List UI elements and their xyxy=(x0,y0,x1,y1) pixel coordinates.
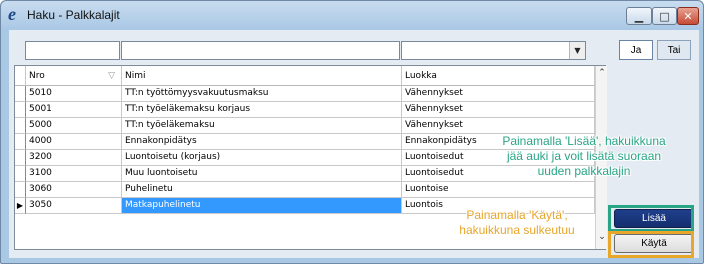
minimize-button[interactable]: ▁ xyxy=(626,7,652,25)
cell-nimi[interactable]: Ennakonpidätys xyxy=(122,134,402,150)
cell-nro[interactable]: 3100 xyxy=(26,166,122,182)
column-header-nimi[interactable]: Nimi xyxy=(122,66,402,86)
row-selector[interactable] xyxy=(15,134,26,150)
cell-nro[interactable]: 3200 xyxy=(26,150,122,166)
use-button[interactable]: Käytä xyxy=(614,234,694,253)
column-header-label: Nro xyxy=(29,71,45,81)
cell-nro[interactable]: 4000 xyxy=(26,134,122,150)
cell-luokka[interactable]: Vähennykset xyxy=(402,118,595,134)
cell-nimi[interactable]: Puhelinetu xyxy=(122,182,402,198)
cell-nro[interactable]: 3060 xyxy=(26,182,122,198)
row-selector[interactable] xyxy=(15,182,26,198)
toggle-ja-button[interactable]: Ja xyxy=(619,40,653,60)
sort-descending-icon: ▽ xyxy=(108,71,115,81)
row-selector[interactable] xyxy=(15,166,26,182)
row-selector[interactable]: ▶ xyxy=(15,198,26,214)
scroll-down-icon[interactable]: ⌄ xyxy=(597,232,607,244)
cell-luokka[interactable]: Vähennykset xyxy=(402,102,595,118)
cell-nro[interactable]: 3050 xyxy=(26,198,122,214)
scroll-up-icon[interactable]: ⌃ xyxy=(597,68,607,80)
cell-luokka[interactable]: Vähennykset xyxy=(402,86,595,102)
row-selector[interactable] xyxy=(15,86,26,102)
window-title: Haku - Palkkalajit xyxy=(27,8,120,22)
column-header-luokka[interactable]: Luokka xyxy=(402,66,595,86)
annotation-line: uuden palkkalajin xyxy=(537,164,631,178)
row-header-corner xyxy=(15,66,26,86)
cell-nimi[interactable]: TT:n työeläkemaksu xyxy=(122,118,402,134)
add-button[interactable]: Lisää xyxy=(614,209,694,228)
cell-nimi[interactable]: Matkapuhelinetu xyxy=(122,198,402,214)
add-button-annotation: Painamalla 'Lisää', hakuikkuna jää auki … xyxy=(470,134,698,179)
row-selector[interactable] xyxy=(15,102,26,118)
filter-input-nimi[interactable] xyxy=(121,41,400,60)
app-logo-icon: e xyxy=(8,4,16,24)
annotation-line: Painamalla 'Lisää', hakuikkuna xyxy=(502,134,666,148)
row-selector[interactable] xyxy=(15,118,26,134)
cell-nro[interactable]: 5000 xyxy=(26,118,122,134)
annotation-line: jää auki ja voit lisätä suoraan xyxy=(506,149,662,163)
use-button-annotation: Painamalla 'Käytä', hakuikkuna sulkeutuu xyxy=(442,208,592,238)
close-button[interactable]: ✕ xyxy=(677,7,699,25)
annotation-line: hakuikkuna sulkeutuu xyxy=(459,223,575,237)
toggle-tai-button[interactable]: Tai xyxy=(657,40,691,60)
cell-nimi[interactable]: Muu luontoisetu xyxy=(122,166,402,182)
cell-luokka[interactable]: Luontoise xyxy=(402,182,595,198)
chevron-down-icon[interactable]: ▼ xyxy=(569,42,585,59)
annotation-line: Painamalla 'Käytä', xyxy=(466,208,568,222)
title-bar[interactable]: e Haku - Palkkalajit ▁ □ ✕ xyxy=(1,1,703,29)
filter-select-luokka[interactable]: ▼ xyxy=(401,41,586,60)
row-selector[interactable] xyxy=(15,150,26,166)
cell-nro[interactable]: 5010 xyxy=(26,86,122,102)
cell-nimi[interactable]: TT:n työeläkemaksu korjaus xyxy=(122,102,402,118)
maximize-button[interactable]: □ xyxy=(652,7,677,25)
cell-nimi[interactable]: TT:n työttömyysvakuutusmaksu xyxy=(122,86,402,102)
cell-nimi[interactable]: Luontoisetu (korjaus) xyxy=(122,150,402,166)
filter-input-nro[interactable] xyxy=(25,41,120,60)
column-header-nro[interactable]: Nro ▽ xyxy=(26,66,122,86)
cell-nro[interactable]: 5001 xyxy=(26,102,122,118)
search-window: e Haku - Palkkalajit ▁ □ ✕ ▼ Ja Tai Nro … xyxy=(0,0,704,264)
